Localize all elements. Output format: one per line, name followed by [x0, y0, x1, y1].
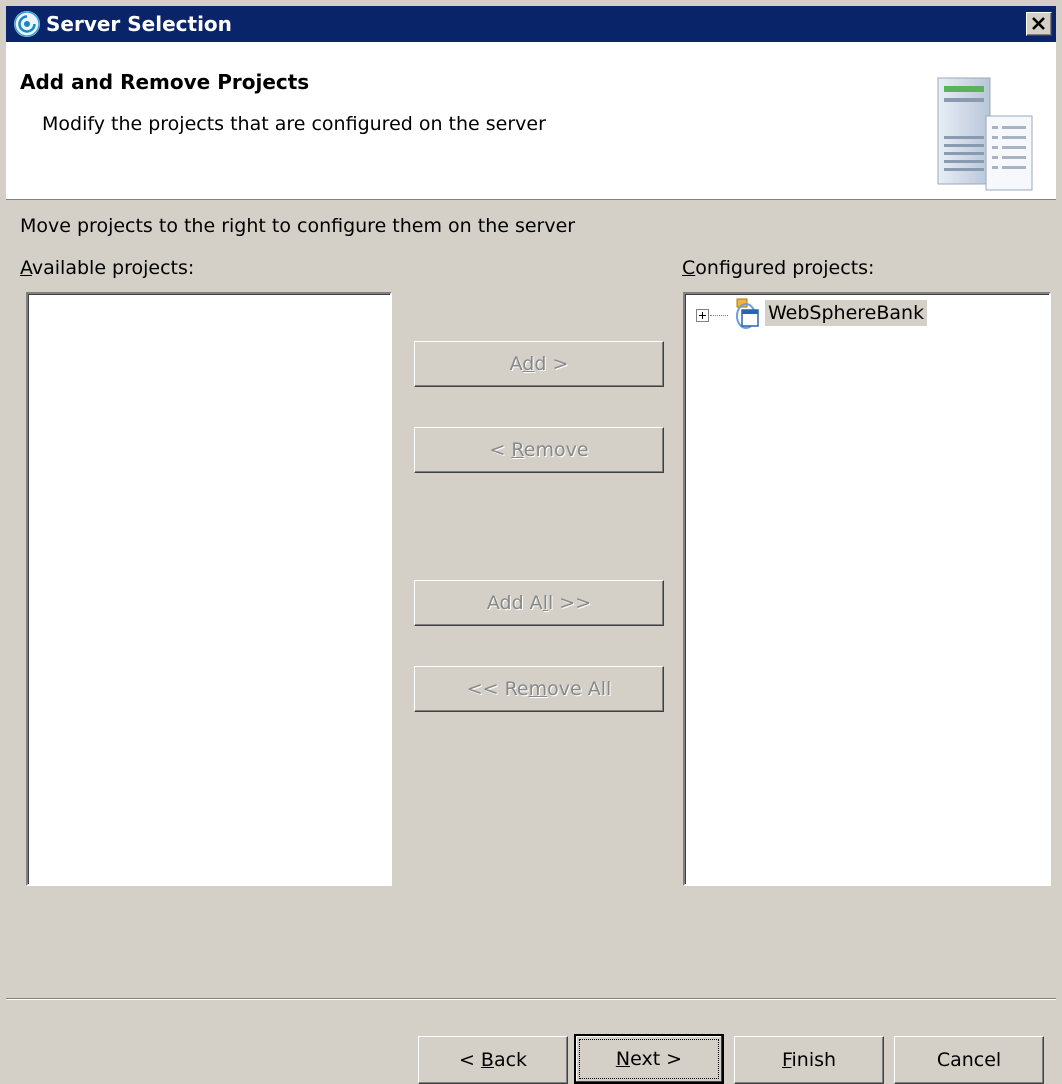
- next-button[interactable]: Next >: [574, 1034, 724, 1084]
- page-heading: Add and Remove Projects: [20, 70, 310, 94]
- configured-projects-list[interactable]: WebSphereBank: [683, 292, 1051, 886]
- title-bar[interactable]: Server Selection: [6, 6, 1056, 42]
- expand-icon[interactable]: [696, 309, 709, 322]
- footer-separator: [6, 998, 1056, 1000]
- close-button[interactable]: [1026, 12, 1052, 36]
- header-banner: Add and Remove Projects Modify the proje…: [6, 42, 1056, 200]
- server-selection-dialog: Server Selection Add and Remove Projects…: [0, 0, 1062, 1084]
- enterprise-app-icon: [736, 298, 759, 329]
- available-projects-list[interactable]: [26, 292, 392, 886]
- back-button[interactable]: < Back: [418, 1036, 568, 1084]
- window-title: Server Selection: [46, 12, 232, 36]
- remove-all-button[interactable]: << Remove All: [414, 666, 664, 712]
- available-projects-label: Available projects:: [20, 257, 195, 279]
- cancel-button[interactable]: Cancel: [894, 1036, 1044, 1084]
- add-all-button[interactable]: Add All >>: [414, 580, 664, 626]
- add-button[interactable]: Add >: [414, 341, 664, 387]
- websphere-swirl-icon: [14, 11, 40, 37]
- close-icon: [1032, 17, 1045, 30]
- configured-projects-label: Configured projects:: [682, 257, 875, 279]
- instruction-text: Move projects to the right to configure …: [20, 215, 576, 237]
- tree-item-label: WebSphereBank: [765, 300, 928, 326]
- page-description: Modify the projects that are configured …: [42, 113, 546, 135]
- server-config-icon: [937, 77, 1033, 191]
- tree-connector: [710, 315, 728, 316]
- finish-button[interactable]: Finish: [734, 1036, 884, 1084]
- remove-button[interactable]: < Remove: [414, 427, 664, 473]
